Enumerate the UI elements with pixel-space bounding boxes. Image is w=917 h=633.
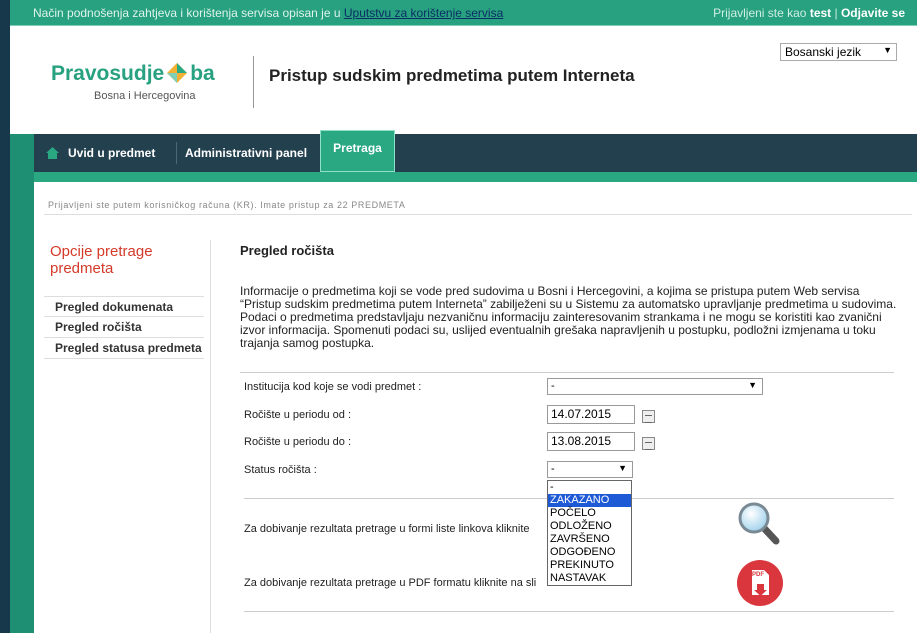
status-option[interactable]: POČELO bbox=[548, 507, 631, 520]
login-status: Prijavljeni ste kao test | Odjavite se bbox=[713, 6, 905, 20]
sidebar-title: Opcije pretrage predmeta bbox=[50, 243, 153, 277]
date-to-input[interactable]: 13.08.2015 bbox=[547, 432, 635, 451]
language-selected: Bosanski jezik bbox=[785, 45, 862, 59]
status-value: - bbox=[551, 463, 555, 475]
home-icon[interactable] bbox=[46, 147, 59, 159]
logo-word-left: Pravosudje bbox=[51, 62, 165, 85]
logo-word-right: ba bbox=[190, 62, 215, 85]
header-divider bbox=[253, 56, 254, 108]
nav-separator bbox=[176, 142, 177, 164]
sidebar-list: Pregled dokumenata Pregled ročišta Pregl… bbox=[44, 296, 204, 359]
date-to-label: Ročište u periodu do : bbox=[244, 436, 352, 448]
list-result-text: Za dobivanje rezultata pretrage u formi … bbox=[244, 523, 530, 535]
main-nav: Uvid u predmet Administrativni panel Pre… bbox=[34, 130, 917, 172]
institution-label: Institucija kod koje se vodi predmet : bbox=[244, 381, 422, 393]
sidebar-item-status[interactable]: Pregled statusa predmeta bbox=[44, 338, 204, 359]
info-text-prefix: Način podnošenja zahtjeva i korištenja s… bbox=[33, 6, 344, 20]
status-dropdown-list: - ZAKAZANO POČELO ODLOŽENO ZAVRŠENO ODGO… bbox=[547, 480, 632, 586]
nav-item-pretraga[interactable]: Pretraga bbox=[320, 130, 395, 172]
content-area: Prijavljeni ste putem korisničkog računa… bbox=[34, 182, 917, 633]
calendar-icon[interactable] bbox=[642, 410, 655, 423]
status-option[interactable]: ODLOŽENO bbox=[548, 520, 631, 533]
nav-item-admin[interactable]: Administrativni panel bbox=[185, 134, 307, 172]
status-option[interactable]: - bbox=[548, 481, 631, 494]
search-icon[interactable] bbox=[736, 500, 782, 546]
chevron-down-icon: ▼ bbox=[618, 463, 627, 473]
language-select[interactable]: Bosanski jezik ▼ bbox=[780, 43, 897, 61]
date-from-label: Ročište u periodu od : bbox=[244, 409, 352, 421]
account-info: Prijavljeni ste putem korisničkog računa… bbox=[48, 200, 406, 210]
description: Informacije o predmetima koji se vode pr… bbox=[240, 284, 897, 350]
sidebar-item-rocista[interactable]: Pregled ročišta bbox=[44, 317, 204, 338]
status-option[interactable]: ZAKAZANO bbox=[548, 494, 631, 507]
info-text: Način podnošenja zahtjeva i korištenja s… bbox=[33, 6, 503, 20]
main-title: Pregled ročišta bbox=[240, 243, 334, 258]
top-info-bar: Način podnošenja zahtjeva i korištenja s… bbox=[10, 0, 917, 26]
sidebar-item-dokumenti[interactable]: Pregled dokumenata bbox=[44, 296, 204, 317]
pdf-document-icon bbox=[737, 560, 783, 606]
manual-link[interactable]: Uputstvu za korištenje servisa bbox=[344, 6, 503, 20]
nav-underbar bbox=[34, 172, 917, 182]
logo[interactable]: Pravosudje ba Bosna i Hercegovina bbox=[51, 62, 215, 102]
institution-select[interactable]: - ▼ bbox=[547, 378, 763, 395]
status-label: Status ročišta : bbox=[244, 464, 317, 476]
date-from-input[interactable]: 14.07.2015 bbox=[547, 405, 635, 424]
column-divider bbox=[210, 240, 211, 633]
pdf-result-text: Za dobivanje rezultata pretrage u PDF fo… bbox=[244, 577, 537, 589]
page-title: Pristup sudskim predmetima putem Interne… bbox=[269, 66, 635, 85]
nav-item-uvid[interactable]: Uvid u predmet bbox=[68, 134, 155, 172]
form-divider bbox=[240, 372, 894, 373]
pdf-icon[interactable]: PDF bbox=[737, 560, 783, 606]
status-option[interactable]: ODGOĐENO bbox=[548, 546, 631, 559]
status-option[interactable]: ZAVRŠENO bbox=[548, 533, 631, 546]
header: Bosanski jezik ▼ Pravosudje ba Bosna i Her… bbox=[10, 26, 917, 134]
status-select[interactable]: - ▼ bbox=[547, 461, 633, 478]
divider bbox=[44, 214, 912, 215]
logo-subtitle: Bosna i Hercegovina bbox=[94, 90, 196, 102]
username: test bbox=[809, 6, 832, 20]
institution-value: - bbox=[551, 380, 555, 392]
status-option[interactable]: PREKINUTO bbox=[548, 559, 631, 572]
separator: | bbox=[831, 6, 841, 20]
page-frame: Način podnošenja zahtjeva i korištenja s… bbox=[10, 0, 917, 633]
left-edge-strip bbox=[0, 0, 10, 633]
chevron-down-icon: ▼ bbox=[883, 45, 892, 55]
calendar-icon[interactable] bbox=[642, 437, 655, 450]
logged-prefix: Prijavljeni ste kao bbox=[713, 6, 810, 20]
status-option[interactable]: NASTAVAK bbox=[548, 572, 631, 585]
pdf-label: PDF bbox=[752, 572, 764, 578]
chevron-down-icon: ▼ bbox=[748, 380, 757, 390]
logout-link[interactable]: Odjavite se bbox=[841, 6, 905, 20]
logo-emblem-icon bbox=[167, 63, 188, 83]
divider bbox=[244, 611, 894, 612]
